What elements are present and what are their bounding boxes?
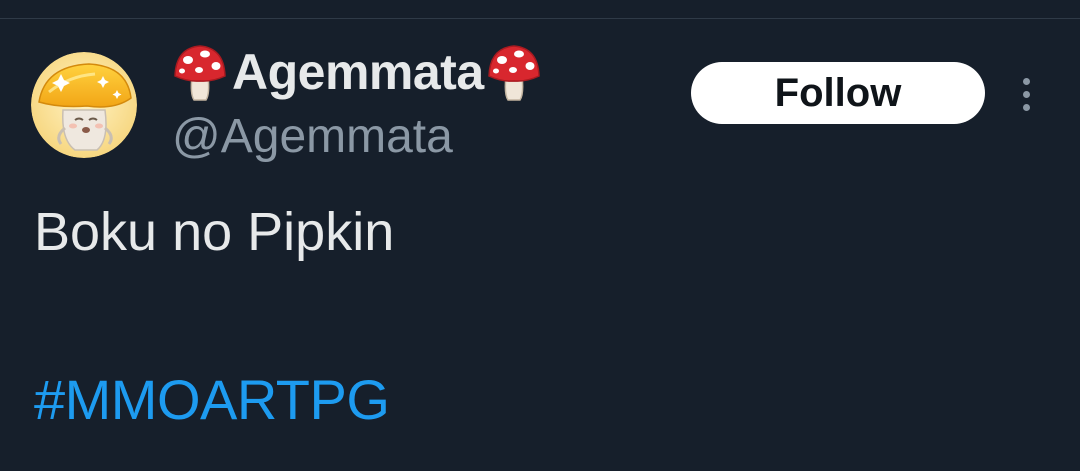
user-handle: @Agemmata	[172, 110, 453, 163]
hashtag-link[interactable]: #MMOARTPG	[34, 372, 390, 428]
avatar[interactable]	[31, 52, 137, 158]
tweet-card: Agemmata @Agemmata Follow Boku no Pipkin…	[0, 0, 1080, 471]
more-vertical-icon[interactable]	[1012, 72, 1040, 116]
dot	[1022, 90, 1030, 98]
dot	[1022, 103, 1030, 111]
mushroom-icon	[172, 42, 228, 102]
dot	[1022, 77, 1030, 85]
follow-button[interactable]: Follow	[691, 62, 985, 124]
tweet-text: Boku no Pipkin	[34, 202, 395, 262]
author-info[interactable]: Agemmata @Agemmata	[172, 40, 542, 161]
display-name: Agemmata	[172, 40, 542, 104]
divider	[0, 18, 1080, 19]
display-name-text: Agemmata	[232, 44, 484, 100]
mushroom-icon	[486, 42, 542, 102]
